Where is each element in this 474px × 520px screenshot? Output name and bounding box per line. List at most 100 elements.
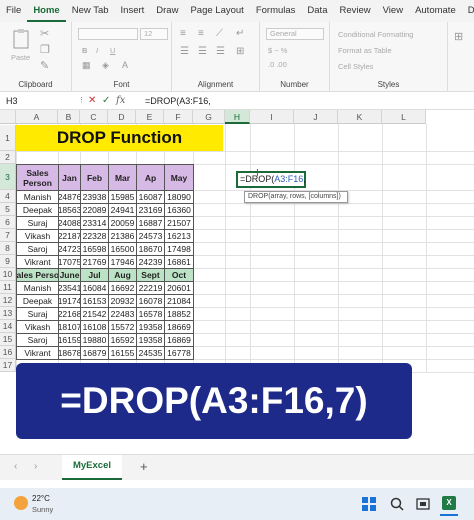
table2-cell[interactable]: 16692 (108, 281, 137, 295)
number-format-field[interactable]: General (266, 28, 324, 40)
menu-view[interactable]: View (377, 0, 409, 22)
table1-cell[interactable]: 24088 (58, 216, 81, 230)
merge-icon[interactable]: ⊞ (236, 46, 244, 57)
row-header-6[interactable]: 6 (0, 216, 16, 229)
table1-cell[interactable]: Vikrant (16, 255, 59, 269)
align-top-icon[interactable]: ≡ (180, 28, 186, 39)
table2-cell[interactable]: 18678 (58, 346, 81, 360)
table1-cell[interactable]: 24239 (136, 255, 165, 269)
menu-review[interactable]: Review (333, 0, 376, 22)
row-header-17[interactable]: 17 (0, 359, 16, 372)
table2-cell[interactable]: 16108 (80, 320, 109, 334)
cut-icon[interactable]: ✂ (40, 27, 49, 40)
table2-header-cell[interactable]: June (58, 268, 81, 282)
row-header-13[interactable]: 13 (0, 307, 16, 320)
font-color-icon[interactable]: A (122, 60, 128, 70)
title-cell[interactable]: DROP Function (16, 125, 223, 151)
excel-app-icon[interactable]: X (442, 496, 456, 510)
table2-cell[interactable]: Deepak (16, 294, 59, 308)
table1-cell[interactable]: Vikash (16, 229, 59, 243)
format-painter-icon[interactable]: ✎ (40, 59, 49, 72)
conditional-formatting-button[interactable]: Conditional Formatting (338, 30, 413, 39)
row-header-11[interactable]: 11 (0, 281, 16, 294)
column-header-l[interactable]: L (382, 110, 426, 124)
align-right-icon[interactable]: ☰ (216, 46, 225, 57)
enter-icon[interactable]: ✓ (102, 94, 110, 108)
table2-cell[interactable]: 16778 (164, 346, 194, 360)
table1-cell[interactable]: 22328 (80, 229, 109, 243)
table1-header-cell[interactable]: Jan (58, 164, 81, 191)
table2-cell[interactable]: 19880 (80, 333, 109, 347)
table2-cell[interactable]: 18669 (164, 320, 194, 334)
table1-cell[interactable]: 17075 (58, 255, 81, 269)
column-header-j[interactable]: J (294, 110, 338, 124)
wrap-text-icon[interactable]: ↵ (236, 28, 244, 39)
row-header-12[interactable]: 12 (0, 294, 16, 307)
borders-icon[interactable]: ▦ (82, 60, 91, 71)
task-view-icon[interactable] (416, 497, 430, 511)
column-header-c[interactable]: C (80, 110, 108, 124)
currency-icon[interactable]: $ ~ % (268, 46, 287, 55)
decimal-icon[interactable]: .0 .00 (268, 60, 287, 69)
table2-cell[interactable]: 20601 (164, 281, 194, 295)
row-header-14[interactable]: 14 (0, 320, 16, 333)
table2-cell[interactable]: 16159 (58, 333, 81, 347)
row-header-16[interactable]: 16 (0, 346, 16, 359)
weather-icon[interactable] (14, 496, 28, 510)
font-size-field[interactable]: 12 (140, 28, 168, 40)
table2-header-cell[interactable]: Sept (136, 268, 165, 282)
table1-cell[interactable]: 21507 (164, 216, 194, 230)
insert-cells-icon[interactable]: ⊞ (454, 30, 463, 43)
table1-header-cell[interactable]: Mar (108, 164, 137, 191)
align-middle-icon[interactable]: ≡ (198, 28, 204, 39)
bold-button[interactable]: B (82, 46, 87, 55)
table1-header-cell[interactable]: Sales Person (16, 164, 59, 191)
font-name-field[interactable] (78, 28, 138, 40)
name-box[interactable]: H3 (3, 94, 73, 108)
menu-new-tab[interactable]: New Tab (66, 0, 115, 22)
menu-home[interactable]: Home (27, 0, 66, 22)
table2-cell[interactable]: 20932 (108, 294, 137, 308)
table2-cell[interactable]: Suraj (16, 307, 59, 321)
table2-cell[interactable]: 16578 (136, 307, 165, 321)
menu-formulas[interactable]: Formulas (250, 0, 302, 22)
table1-cell[interactable]: 24723 (58, 242, 81, 256)
table2-cell[interactable]: 22219 (136, 281, 165, 295)
table1-cell[interactable]: 17946 (108, 255, 137, 269)
table1-header-cell[interactable]: May (164, 164, 194, 191)
table2-cell[interactable]: 18107 (58, 320, 81, 334)
fill-color-icon[interactable]: ◈ (102, 60, 109, 71)
table1-cell[interactable]: 18563 (58, 203, 81, 217)
table2-cell[interactable]: Saroj (16, 333, 59, 347)
table2-cell[interactable]: 24535 (136, 346, 165, 360)
format-as-table-button[interactable]: Format as Table (338, 46, 392, 55)
table2-cell[interactable]: 16078 (136, 294, 165, 308)
table1-cell[interactable]: 17498 (164, 242, 194, 256)
row-header-15[interactable]: 15 (0, 333, 16, 346)
table2-cell[interactable]: 22483 (108, 307, 137, 321)
row-header-7[interactable]: 7 (0, 229, 16, 242)
table1-cell[interactable]: 23314 (80, 216, 109, 230)
select-all-corner[interactable] (0, 110, 16, 124)
menu-data[interactable]: Data (301, 0, 333, 22)
table2-cell[interactable]: 21542 (80, 307, 109, 321)
table1-cell[interactable]: Saroj (16, 242, 59, 256)
table1-header-cell[interactable]: Ap (136, 164, 165, 191)
orientation-icon[interactable]: ⟋ (216, 28, 223, 39)
table2-cell[interactable]: 16155 (108, 346, 137, 360)
fx-icon[interactable]: fx (116, 94, 125, 108)
menu-insert[interactable]: Insert (115, 0, 151, 22)
row-header-1[interactable]: 1 (0, 125, 16, 151)
table1-cell[interactable]: 16887 (136, 216, 165, 230)
menu-file[interactable]: File (0, 0, 27, 22)
table1-cell[interactable]: 24876 (58, 190, 81, 204)
table2-cell[interactable]: 16592 (108, 333, 137, 347)
table2-header-cell[interactable]: Sales Person (16, 268, 59, 282)
table1-cell[interactable]: 24573 (136, 229, 165, 243)
table2-cell[interactable]: 21084 (164, 294, 194, 308)
table1-cell[interactable]: Manish (16, 190, 59, 204)
menu-develo[interactable]: Develo (462, 0, 474, 22)
table2-header-cell[interactable]: Oct (164, 268, 194, 282)
table2-cell[interactable]: 16153 (80, 294, 109, 308)
row-header-2[interactable]: 2 (0, 151, 16, 164)
